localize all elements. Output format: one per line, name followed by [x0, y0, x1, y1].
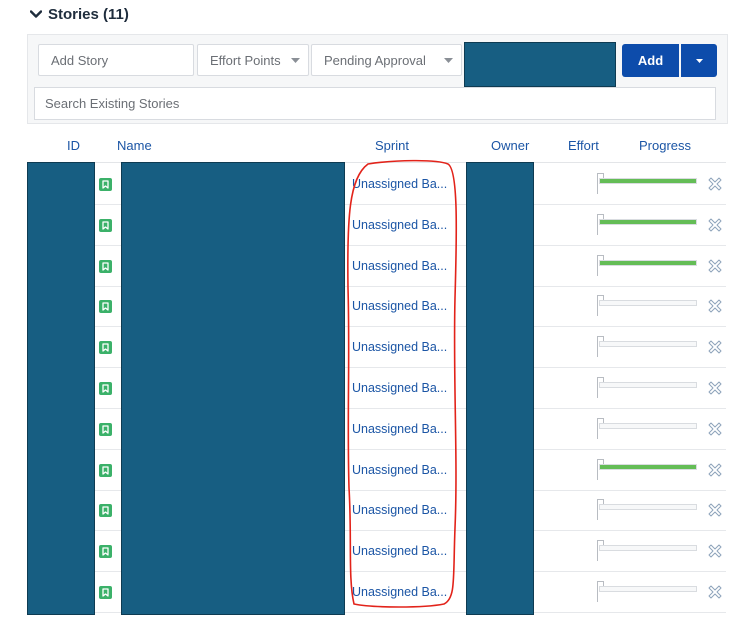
remove-icon[interactable]	[708, 544, 722, 558]
redacted-name-column	[121, 162, 345, 615]
story-bookmark-icon	[99, 259, 112, 273]
add-story-input[interactable]	[38, 44, 194, 76]
search-stories-input[interactable]	[34, 87, 716, 120]
status-select[interactable]: Pending Approval	[311, 44, 462, 76]
remove-icon[interactable]	[708, 503, 722, 517]
story-bookmark-icon	[99, 504, 112, 518]
column-header-sprint[interactable]: Sprint	[375, 138, 409, 153]
remove-icon[interactable]	[708, 463, 722, 477]
progress-bar	[599, 586, 697, 592]
effort-points-select-value: Effort Points	[210, 52, 281, 68]
progress-bar	[599, 300, 697, 307]
sprint-link[interactable]: Unassigned Ba...	[352, 299, 447, 313]
story-bookmark-icon	[99, 586, 112, 599]
stories-section-toggle[interactable]: Stories (11)	[30, 4, 129, 24]
remove-icon[interactable]	[708, 381, 722, 395]
column-header-owner[interactable]: Owner	[491, 138, 529, 153]
remove-icon[interactable]	[708, 422, 722, 436]
story-bookmark-icon	[99, 218, 112, 232]
chevron-down-icon	[695, 59, 703, 63]
section-title: Stories (11)	[48, 5, 129, 23]
progress-bar	[599, 422, 697, 429]
progress-fill	[600, 260, 696, 265]
progress-bar	[599, 259, 697, 266]
progress-fill	[600, 179, 696, 183]
add-options-dropdown[interactable]	[681, 44, 717, 77]
progress-fill	[600, 219, 696, 224]
remove-icon[interactable]	[708, 299, 722, 313]
sprint-link[interactable]: Unassigned Ba...	[352, 463, 447, 477]
redacted-field	[464, 42, 616, 87]
progress-bar	[599, 463, 697, 470]
column-header-progress[interactable]: Progress	[639, 138, 691, 153]
chevron-down-icon	[444, 58, 453, 63]
sprint-link[interactable]: Unassigned Ba...	[352, 544, 447, 558]
story-bookmark-icon	[99, 545, 112, 559]
column-header-effort[interactable]: Effort	[568, 138, 599, 153]
story-bookmark-icon	[99, 463, 112, 477]
story-bookmark-icon	[99, 382, 112, 395]
story-bookmark-icon	[99, 178, 112, 191]
sprint-link[interactable]: Unassigned Ba...	[352, 585, 447, 599]
progress-bar	[599, 504, 697, 511]
progress-bar	[599, 545, 697, 552]
chevron-down-icon	[291, 58, 300, 63]
sprint-link[interactable]: Unassigned Ba...	[352, 381, 447, 395]
column-header-id[interactable]: ID	[67, 138, 80, 153]
remove-icon[interactable]	[708, 259, 722, 273]
progress-bar	[599, 218, 697, 225]
story-bookmark-icon	[99, 300, 112, 314]
redacted-owner-column	[466, 162, 534, 615]
table-header: ID Name Sprint Owner Effort Progress	[27, 128, 726, 163]
add-button[interactable]: Add	[622, 44, 679, 77]
story-bookmark-icon	[99, 422, 112, 436]
effort-points-select[interactable]: Effort Points	[197, 44, 309, 76]
progress-bar	[599, 382, 697, 388]
progress-bar	[599, 178, 697, 184]
sprint-link[interactable]: Unassigned Ba...	[352, 340, 447, 354]
sprint-link[interactable]: Unassigned Ba...	[352, 218, 447, 232]
sprint-link[interactable]: Unassigned Ba...	[352, 503, 447, 517]
story-toolbar: Effort Points Pending Approval Add	[27, 34, 728, 124]
status-select-value: Pending Approval	[324, 52, 426, 68]
progress-fill	[600, 464, 696, 469]
remove-icon[interactable]	[708, 218, 722, 232]
remove-icon[interactable]	[708, 340, 722, 354]
caret-down-icon	[30, 10, 42, 18]
progress-bar	[599, 341, 697, 348]
sprint-link[interactable]: Unassigned Ba...	[352, 259, 447, 273]
story-bookmark-icon	[99, 341, 112, 355]
remove-icon[interactable]	[708, 177, 722, 191]
sprint-link[interactable]: Unassigned Ba...	[352, 177, 447, 191]
column-header-name[interactable]: Name	[117, 138, 152, 153]
redacted-id-column	[27, 162, 95, 615]
remove-icon[interactable]	[708, 585, 722, 599]
sprint-link[interactable]: Unassigned Ba...	[352, 422, 447, 436]
